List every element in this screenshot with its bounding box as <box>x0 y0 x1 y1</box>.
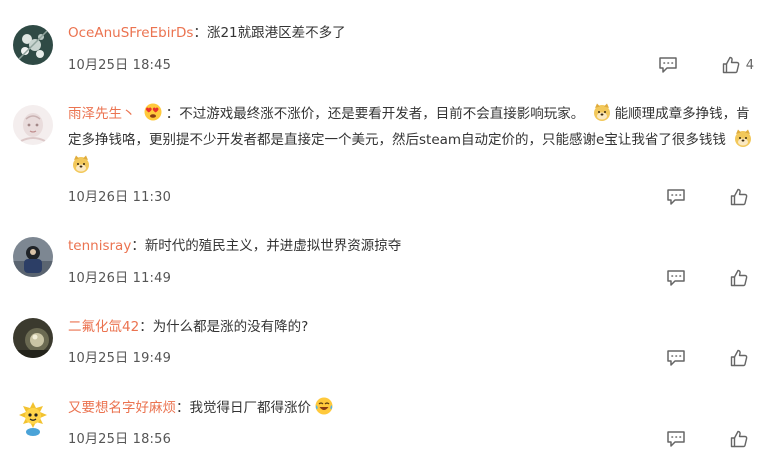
like-button[interactable] <box>730 188 754 206</box>
comment-text: 涨21就跟港区差不多了 <box>206 25 346 41</box>
like-count: 4 <box>745 57 754 73</box>
comment-colon: ： <box>165 106 180 122</box>
doge-emoji-icon <box>592 102 612 122</box>
comment-text: 为什么都是涨的没有降的? <box>152 319 309 335</box>
avatar[interactable] <box>13 105 53 145</box>
comment-username[interactable]: 二氟化氙42 <box>68 319 139 335</box>
avatar[interactable] <box>13 398 53 438</box>
comment-timestamp: 10月26日 11:30 <box>68 190 172 205</box>
comment-username[interactable]: OceAnuSFreEbirDs <box>68 25 193 41</box>
comment-body: tennisray：新时代的殖民主义，并进虚拟世界资源掠夺 <box>68 233 762 259</box>
reply-icon <box>658 56 678 74</box>
avatar[interactable] <box>13 318 53 358</box>
comment-body: OceAnuSFreEbirDs：涨21就跟港区差不多了 <box>68 20 762 46</box>
reply-icon <box>666 349 686 367</box>
comment-username[interactable]: 雨泽先生丶 <box>68 106 136 122</box>
comment-body: 雨泽先生丶 ：不过游戏最终涨不涨价，还是要看开发者，目前不会直接影响玩家。 能顺… <box>68 101 762 179</box>
thumbs-up-icon <box>730 269 748 287</box>
heart-eyes-emoji-icon <box>143 102 163 122</box>
comment-colon: ： <box>176 400 190 416</box>
doge-emoji-icon <box>733 128 753 148</box>
comment-body: 二氟化氙42：为什么都是涨的没有降的? <box>68 314 762 340</box>
comment-actions <box>666 428 754 450</box>
comment-actions <box>666 347 754 369</box>
comment-actions: 4 <box>658 54 754 76</box>
reply-button[interactable] <box>666 430 686 448</box>
thumbs-up-icon <box>730 430 748 448</box>
comment-timestamp: 10月26日 11:49 <box>68 271 172 286</box>
thumbs-up-icon <box>730 349 748 367</box>
comment-username[interactable]: 又要想名字好麻烦 <box>68 400 176 416</box>
comment-timestamp: 10月25日 18:56 <box>68 432 172 447</box>
laugh-cry-emoji-icon <box>314 396 334 416</box>
reply-button[interactable] <box>658 56 678 74</box>
avatar[interactable] <box>13 237 53 277</box>
like-button[interactable] <box>730 430 754 448</box>
reply-icon <box>666 188 686 206</box>
comment-list: OceAnuSFreEbirDs：涨21就跟港区差不多了 10月25日 18:4… <box>0 0 782 469</box>
comment-text: 我觉得日厂都得涨价 <box>189 400 312 416</box>
reply-button[interactable] <box>666 188 686 206</box>
like-button[interactable]: 4 <box>722 56 754 74</box>
comment-timestamp: 10月25日 19:49 <box>68 351 172 366</box>
reply-button[interactable] <box>666 269 686 287</box>
comment-text: 不过游戏最终涨不涨价，还是要看开发者，目前不会直接影响玩家。 <box>179 106 585 122</box>
avatar[interactable] <box>13 25 53 65</box>
doge-emoji-icon <box>71 154 91 174</box>
reply-icon <box>666 430 686 448</box>
comment-colon: ： <box>193 25 207 41</box>
like-button[interactable] <box>730 349 754 367</box>
comment-colon: ： <box>131 238 145 254</box>
comment-actions <box>666 186 754 208</box>
comment-body: 又要想名字好麻烦：我觉得日厂都得涨价 <box>68 395 762 421</box>
comment-text: 新时代的殖民主义，并进虚拟世界资源掠夺 <box>144 238 402 254</box>
comment-actions <box>666 267 754 289</box>
comment-timestamp: 10月25日 18:45 <box>68 58 172 73</box>
thumbs-up-icon <box>730 188 748 206</box>
comment-username[interactable]: tennisray <box>68 238 131 254</box>
like-button[interactable] <box>730 269 754 287</box>
reply-button[interactable] <box>666 349 686 367</box>
reply-icon <box>666 269 686 287</box>
comment-colon: ： <box>139 319 153 335</box>
thumbs-up-icon <box>722 56 740 74</box>
